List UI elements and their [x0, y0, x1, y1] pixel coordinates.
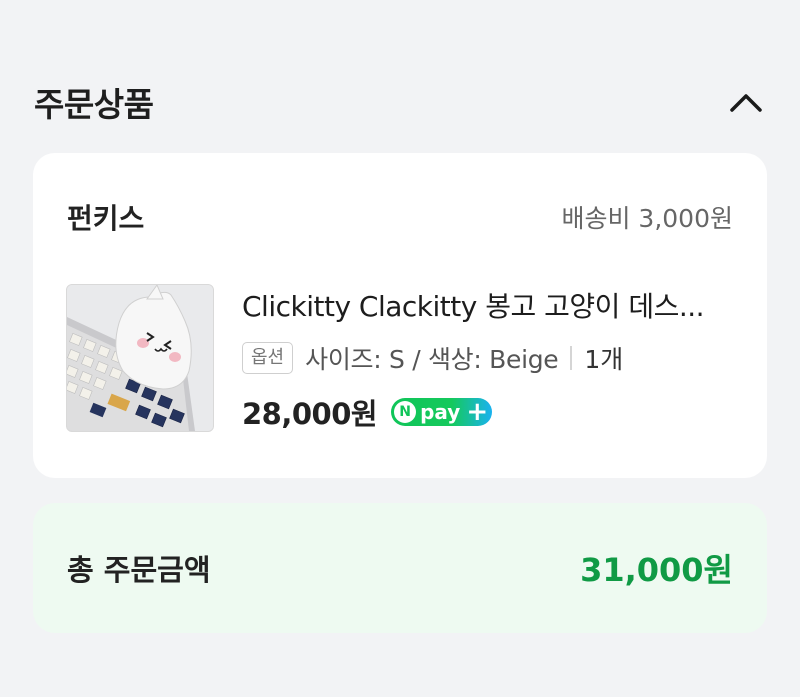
- product-thumbnail[interactable]: [66, 284, 214, 432]
- seller-row: 펀키스 배송비 3,000원: [67, 197, 733, 237]
- order-items-header: 주문상품: [34, 70, 768, 134]
- option-row: 옵션 사이즈: S / 색상: Beige 1개: [242, 339, 742, 377]
- product-price: 28,000원: [242, 397, 378, 431]
- quantity: 1개: [584, 345, 624, 374]
- option-badge: 옵션: [242, 342, 294, 374]
- seller-name[interactable]: 펀키스: [67, 197, 144, 237]
- npay-plus-badge: N pay +: [391, 397, 493, 427]
- chevron-up-icon: [730, 94, 762, 112]
- total-value: 31,000원: [580, 551, 733, 589]
- collapse-button[interactable]: [724, 80, 768, 124]
- total-amount-card: 총 주문금액 31,000원: [33, 503, 767, 633]
- total-label: 총 주문금액: [67, 553, 211, 587]
- product-image: [67, 285, 213, 431]
- section-title: 주문상품: [34, 85, 154, 124]
- npay-n-icon: N: [394, 401, 417, 423]
- order-item-card: 펀키스 배송비 3,000원 Clickitty Clackitty 봉고 고양…: [33, 153, 767, 478]
- plus-icon: +: [466, 397, 489, 427]
- product-name[interactable]: Clickitty Clackitty 봉고 고양이 데스...: [242, 285, 742, 329]
- npay-label: pay: [420, 400, 461, 424]
- product-info: Clickitty Clackitty 봉고 고양이 데스... 옵션 사이즈:…: [242, 285, 742, 433]
- option-text: 사이즈: S / 색상: Beige: [305, 345, 559, 374]
- price-row: 28,000원 N pay +: [242, 391, 742, 433]
- shipping-fee: 배송비 3,000원: [561, 204, 733, 233]
- divider: [570, 346, 573, 370]
